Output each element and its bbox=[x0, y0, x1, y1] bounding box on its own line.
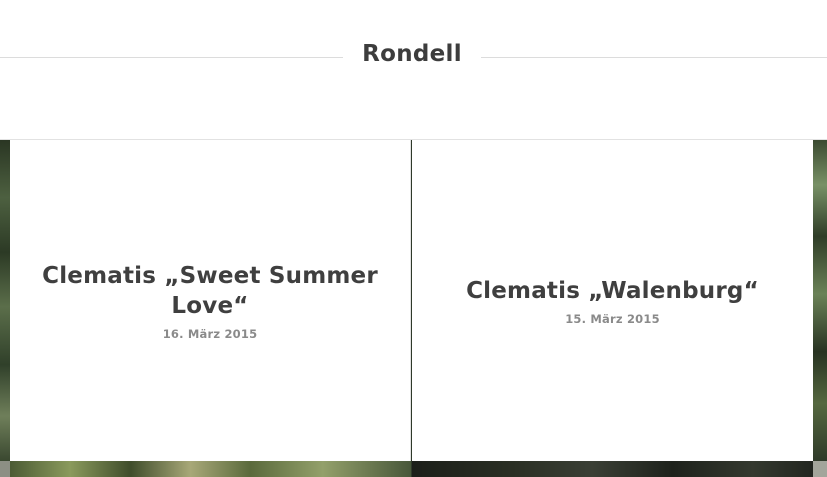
section-header: Rondell bbox=[0, 0, 827, 140]
section-title: Rondell bbox=[362, 41, 462, 67]
post-date: 15. März 2015 bbox=[565, 311, 660, 326]
post-thumbnail[interactable] bbox=[813, 461, 827, 477]
post-card[interactable]: Clematis „Sweet Summer Love“ 16. März 20… bbox=[10, 140, 411, 461]
post-thumbnail[interactable] bbox=[412, 461, 813, 477]
post-title-link[interactable]: Clematis „Sweet Summer Love“ bbox=[10, 261, 410, 321]
post-card[interactable]: Clematis „Walenburg“ 15. März 2015 bbox=[412, 140, 813, 461]
header-rule-left bbox=[0, 57, 343, 58]
post-thumbnail-edge-left[interactable] bbox=[0, 140, 10, 461]
post-thumbnail[interactable] bbox=[0, 461, 10, 477]
post-date: 16. März 2015 bbox=[162, 326, 258, 341]
post-title-link[interactable]: Clematis „Walenburg“ bbox=[436, 276, 789, 306]
header-rule-right bbox=[481, 57, 827, 58]
post-thumbnail-edge-right[interactable] bbox=[813, 140, 827, 461]
post-grid: Clematis „Sweet Summer Love“ 16. März 20… bbox=[0, 140, 827, 477]
page: Rondell Clematis „Sweet Summer Love“ 16.… bbox=[0, 0, 827, 477]
post-thumbnail[interactable] bbox=[10, 461, 411, 477]
